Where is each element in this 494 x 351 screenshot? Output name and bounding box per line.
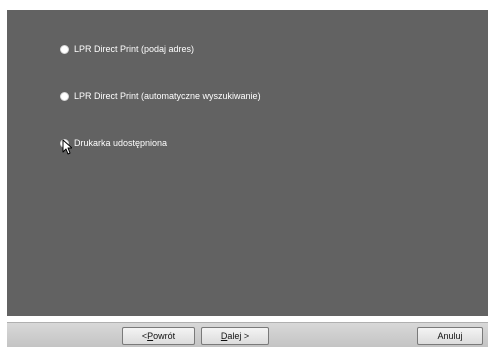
radio-label: Drukarka udostępniona xyxy=(74,138,168,148)
installer-window: LPR Direct Print (podaj adres) LPR Direc… xyxy=(0,0,494,351)
next-label: alej > xyxy=(227,331,250,341)
radio-label: LPR Direct Print (automatyczne wyszukiwa… xyxy=(74,91,261,101)
radio-label: LPR Direct Print (podaj adres) xyxy=(74,44,195,54)
radio-button-icon[interactable] xyxy=(60,91,69,101)
radio-button-icon[interactable] xyxy=(60,44,69,54)
options-panel: LPR Direct Print (podaj adres) LPR Direc… xyxy=(7,10,488,316)
back-button[interactable]: < P owrót xyxy=(122,327,195,345)
next-button[interactable]: D alej > xyxy=(201,327,269,345)
radio-shared-printer[interactable]: Drukarka udostępniona xyxy=(60,138,167,148)
back-label: owrót xyxy=(153,331,176,341)
cancel-button[interactable]: Anuluj xyxy=(417,327,483,345)
arrow-pointer-icon xyxy=(62,139,72,155)
radio-lpr-auto-search[interactable]: LPR Direct Print (automatyczne wyszukiwa… xyxy=(60,91,261,101)
radio-lpr-address[interactable]: LPR Direct Print (podaj adres) xyxy=(60,44,194,54)
button-bar: < P owrót D alej > Anuluj xyxy=(7,322,488,347)
